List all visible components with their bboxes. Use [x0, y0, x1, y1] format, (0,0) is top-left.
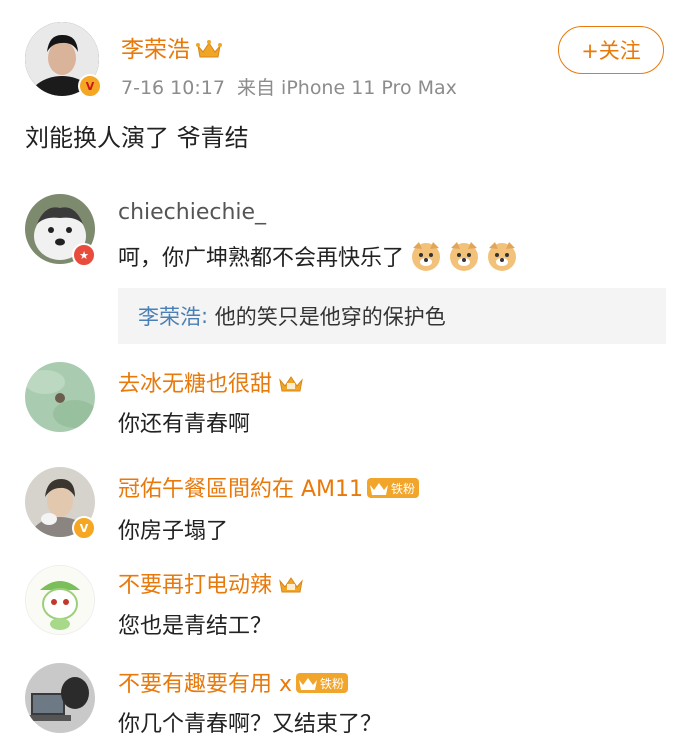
comment-text: 你房子塌了 — [118, 519, 229, 544]
vip-crown-icon — [279, 577, 303, 593]
post-content: 刘能换人演了 爷青结 — [25, 124, 249, 152]
comment-username-text: 不要再打电动辣 — [118, 573, 273, 598]
comment-avatar[interactable] — [25, 663, 95, 733]
reply-text: 他的笑只是他穿的保护色 — [214, 305, 446, 329]
author-name-text: 李荣浩 — [121, 37, 190, 63]
fan-badge: 铁粉 — [367, 478, 420, 498]
crown-icon — [299, 678, 318, 690]
crown-icon — [370, 483, 389, 495]
star-badge-icon: ★ — [72, 243, 96, 267]
doge-emoji-icon — [488, 242, 517, 271]
comment-username-text: 冠佑午餐區間約在 AM11 — [118, 477, 364, 502]
fan-badge-label: 铁粉 — [391, 481, 416, 496]
reply-separator: : — [201, 304, 215, 328]
comment-text: 你还有青春啊 — [118, 412, 251, 437]
post-meta: 7-16 10:17 来自 iPhone 11 Pro Max — [121, 77, 457, 99]
author-name[interactable]: 李荣浩 — [121, 30, 222, 64]
doge-emoji-icon — [412, 242, 441, 271]
comment-username[interactable]: 去冰无糖也很甜 — [118, 366, 304, 398]
verified-badge-icon: V — [72, 516, 96, 540]
comment-avatar[interactable] — [25, 565, 95, 635]
comment-username-text: 去冰无糖也很甜 — [118, 372, 273, 397]
verified-badge-icon: V — [78, 74, 102, 98]
reply-author[interactable]: 李荣浩 — [138, 301, 201, 331]
fan-badge-label: 铁粉 — [320, 676, 345, 691]
comment-avatar[interactable] — [25, 362, 95, 432]
cartoon-avatar — [26, 566, 94, 634]
reply-box[interactable]: 李荣浩: 他的笑只是他穿的保护色 — [118, 288, 666, 344]
laptop-photo — [25, 663, 95, 733]
comment-username[interactable]: 冠佑午餐區間約在 AM11 铁粉 — [118, 471, 420, 503]
vip-crown-icon — [279, 376, 303, 392]
comment-text: 您也是青结工？ — [118, 614, 273, 639]
follow-button[interactable]: +关注 — [558, 26, 664, 74]
vip-crown-icon — [196, 39, 222, 57]
comment-text: 呵，你广坤熟都不会再快乐了 — [118, 240, 518, 275]
fan-badge: 铁粉 — [296, 673, 349, 693]
follow-label: +关注 — [581, 39, 641, 63]
comment-text: 你几个青春啊？又结束了？ — [118, 712, 383, 737]
comment-username[interactable]: 不要有趣要有用 x 铁粉 — [118, 666, 349, 698]
doge-emoji-icon — [450, 242, 479, 271]
comment-username-text: 不要有趣要有用 x — [118, 672, 293, 697]
comment-text-content: 呵，你广坤熟都不会再快乐了 — [118, 246, 405, 271]
landscape-photo — [25, 362, 95, 432]
comment-username[interactable]: chiechiechie_ — [118, 200, 266, 225]
comment-username[interactable]: 不要再打电动辣 — [118, 567, 304, 599]
